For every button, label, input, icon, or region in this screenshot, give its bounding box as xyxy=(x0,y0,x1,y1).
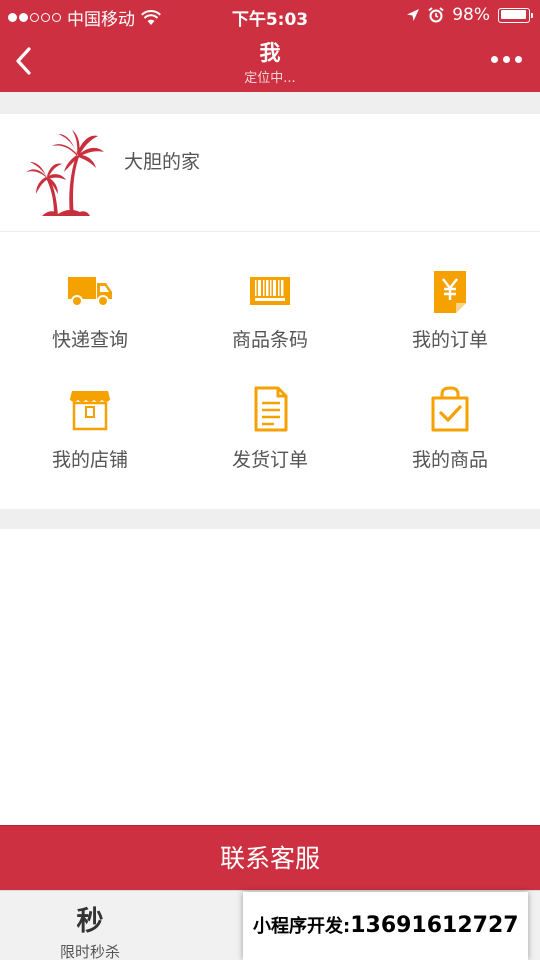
menu-item-product-barcode[interactable]: 商品条码 xyxy=(180,233,360,353)
battery-icon xyxy=(498,7,533,23)
section-divider-bottom xyxy=(0,509,540,529)
storefront-icon xyxy=(69,391,111,431)
menu-label: 我的订单 xyxy=(411,329,488,351)
section-divider-top xyxy=(0,92,540,114)
truck-icon xyxy=(68,277,112,307)
document-icon xyxy=(254,386,288,432)
page-title: 我 xyxy=(259,41,281,65)
flash-sale-icon: 秒 xyxy=(76,906,104,937)
promo-label: 小程序开发: xyxy=(253,916,351,937)
menu-item-my-store[interactable]: 我的店铺 xyxy=(0,373,180,493)
yen-receipt-icon xyxy=(434,271,466,313)
profile-name: 大胆的家 xyxy=(124,151,201,173)
battery-percent: 98% xyxy=(452,5,490,25)
menu-label: 我的店铺 xyxy=(51,449,128,471)
menu-label: 发货订单 xyxy=(231,449,308,471)
promo-overlay: 小程序开发:13691612727 xyxy=(243,892,528,960)
contact-service-button[interactable]: 联系客服 xyxy=(0,825,540,890)
menu-item-my-orders[interactable]: 我的订单 xyxy=(360,233,540,353)
profile-card[interactable]: 大胆的家 xyxy=(0,114,540,232)
promo-phone: 13691612727 xyxy=(350,913,519,938)
tab-flash-sale[interactable]: 限时秒杀 xyxy=(45,941,135,960)
status-bar: 中国移动 下午5:03 98% xyxy=(0,0,540,30)
alarm-clock-icon xyxy=(428,7,444,23)
menu-label: 商品条码 xyxy=(231,329,308,351)
nav-bar: 我 定位中... xyxy=(0,30,540,92)
location-arrow-icon xyxy=(407,9,420,21)
more-menu-icon[interactable] xyxy=(491,56,522,63)
status-right: 98% xyxy=(406,5,533,25)
function-grid: 快递查询 商品条码 我的订单 我的店铺 发货订单 我的商品 xyxy=(0,233,540,509)
menu-item-my-products[interactable]: 我的商品 xyxy=(360,373,540,493)
menu-label: 我的商品 xyxy=(411,449,488,471)
barcode-icon xyxy=(250,277,290,305)
palm-tree-avatar-icon xyxy=(26,130,104,216)
menu-label: 快递查询 xyxy=(51,329,128,351)
menu-item-shipping-orders[interactable]: 发货订单 xyxy=(180,373,360,493)
menu-item-express-tracking[interactable]: 快递查询 xyxy=(0,233,180,353)
location-status: 定位中... xyxy=(244,71,296,86)
checked-bag-icon xyxy=(431,386,469,432)
